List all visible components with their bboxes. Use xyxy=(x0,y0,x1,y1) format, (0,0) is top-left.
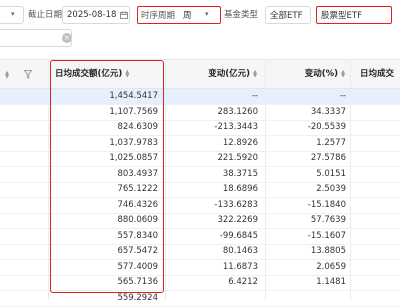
chevron-down-icon: ▾ xyxy=(205,10,209,18)
sub-type-select[interactable]: 股票型ETF xyxy=(316,6,392,24)
date-label: 截止日期 xyxy=(28,10,63,20)
table-row[interactable]: 824.6309 -213.3443 -20.5539 xyxy=(0,120,400,136)
period-label: 时序周期 xyxy=(141,11,176,21)
table-row[interactable]: 557.8340 -99.6845 -15.1607 xyxy=(0,229,400,245)
cell-change-amount: 18.6896 xyxy=(222,184,258,194)
cell-avg-turnover: 803.4937 xyxy=(117,168,158,179)
table-row[interactable]: 803.4937 38.3715 5.0151 xyxy=(0,167,400,183)
cell-change-amount: 283.1260 xyxy=(217,106,258,117)
cell-change-amount: -213.3443 xyxy=(214,122,258,132)
cell-change-pct xyxy=(266,291,346,306)
left-dropdown[interactable]: ▾ xyxy=(0,6,24,24)
cell-change-pct: 1.1481 xyxy=(316,277,346,287)
cell-change-pct: 1.2577 xyxy=(316,137,346,148)
cell-avg-turnover: 1,037.9783 xyxy=(109,137,158,148)
cell-change-amount: -133.6283 xyxy=(214,199,258,210)
header-change-amount[interactable]: 变动(亿元) ▲ ▼ xyxy=(170,60,258,89)
header-avg-turnover-2[interactable]: 日均成交 xyxy=(360,60,400,89)
cell-avg-turnover: 765.1222 xyxy=(117,184,158,194)
search-input[interactable]: × xyxy=(0,29,72,47)
table-row[interactable]: 880.0609 322.2269 57.7639 xyxy=(0,213,400,229)
cell-change-amount: 11.6873 xyxy=(222,261,258,272)
cell-change-pct: 34.3337 xyxy=(310,106,346,117)
cell-change-pct: 57.7639 xyxy=(310,215,346,225)
clear-icon[interactable]: × xyxy=(62,33,71,43)
filter-bar: ▾ 截止日期 2025-08-18 时序周期 周 ▾ 基金类型 全部ETF 股票… xyxy=(0,0,400,50)
cell-avg-turnover: 557.8340 xyxy=(117,230,158,241)
sub-type-value: 股票型ETF xyxy=(321,11,362,21)
cell-change-amount: 6.4212 xyxy=(228,277,258,287)
cell-change-amount: 38.3715 xyxy=(222,168,258,179)
cell-avg-turnover: 1,025.0857 xyxy=(109,153,158,163)
filter-icon[interactable] xyxy=(24,70,32,79)
header-avg-turnover[interactable]: 日均成交额(亿元) ▲ ▼ xyxy=(55,60,158,89)
table-header: ▲ ▼ 日均成交额(亿元) ▲ ▼ 变动(亿元) ▲ ▼ 变动(%) ▲ ▼ 日均成交 xyxy=(0,59,400,89)
cell-change-pct: -15.1607 xyxy=(307,230,346,241)
cell-avg-turnover: 577.4009 xyxy=(117,261,158,272)
fund-type-label: 基金类型 xyxy=(224,10,259,20)
fund-type-value: 全部ETF xyxy=(270,11,303,21)
table-row[interactable]: 559.2924 xyxy=(0,291,400,307)
cell-change-pct: -20.5539 xyxy=(307,122,346,132)
cell-change-amount xyxy=(168,291,258,306)
table-row[interactable]: 577.4009 11.6873 2.0659 xyxy=(0,260,400,276)
cell-avg-turnover: 559.2924 xyxy=(117,292,158,303)
cell-change-pct: -- xyxy=(339,91,346,101)
sort-icon[interactable]: ▲ ▼ xyxy=(4,71,10,80)
cell-change-amount: -- xyxy=(251,91,258,101)
cell-change-amount: 80.1463 xyxy=(222,246,258,256)
cell-avg-turnover: 1,454.5417 xyxy=(109,91,158,101)
period-selector[interactable]: 时序周期 周 ▾ xyxy=(137,6,221,24)
cell-avg-turnover: 880.0609 xyxy=(117,215,158,225)
fund-type-select[interactable]: 全部ETF xyxy=(265,6,311,24)
table-row[interactable]: 1,454.5417 -- -- xyxy=(0,89,400,105)
table-row[interactable]: 657.5472 80.1463 13.8805 xyxy=(0,244,400,260)
cell-change-amount: 12.8926 xyxy=(222,137,258,148)
cell-change-pct: 2.0659 xyxy=(316,261,346,272)
cell-avg-turnover: 657.5472 xyxy=(117,246,158,256)
table-row[interactable]: 746.4326 -133.6283 -15.1840 xyxy=(0,198,400,214)
date-value: 2025-08-18 xyxy=(67,10,117,20)
chevron-down-icon: ▾ xyxy=(11,10,15,18)
cell-avg-turnover: 824.6309 xyxy=(117,122,158,132)
table-row[interactable]: 765.1222 18.6896 2.5039 xyxy=(0,182,400,198)
cell-change-amount: -99.6845 xyxy=(219,230,258,241)
table-row[interactable]: 1,107.7569 283.1260 34.3337 xyxy=(0,105,400,121)
date-picker[interactable]: 2025-08-18 xyxy=(62,6,130,24)
header-change-pct[interactable]: 变动(%) ▲ ▼ xyxy=(270,60,346,89)
cell-change-amount: 221.5920 xyxy=(217,153,258,163)
cell-avg-turnover: 746.4326 xyxy=(117,199,158,210)
cell-change-pct: -15.1840 xyxy=(307,199,346,210)
cell-avg-turnover: 1,107.7569 xyxy=(109,106,158,117)
cell-change-pct: 27.5786 xyxy=(310,153,346,163)
cell-change-pct: 2.5039 xyxy=(316,184,346,194)
table-row[interactable]: 565.7136 6.4212 1.1481 xyxy=(0,275,400,291)
period-value: 周 xyxy=(183,11,192,21)
table-row[interactable]: 1,037.9783 12.8926 1.2577 xyxy=(0,136,400,152)
cell-change-pct: 5.0151 xyxy=(316,168,346,179)
cell-change-amount: 322.2269 xyxy=(217,215,258,225)
table-row[interactable]: 1,025.0857 221.5920 27.5786 xyxy=(0,151,400,167)
calendar-icon xyxy=(120,11,128,19)
cell-change-pct: 13.8805 xyxy=(310,246,346,256)
cell-avg-turnover: 565.7136 xyxy=(117,277,158,287)
